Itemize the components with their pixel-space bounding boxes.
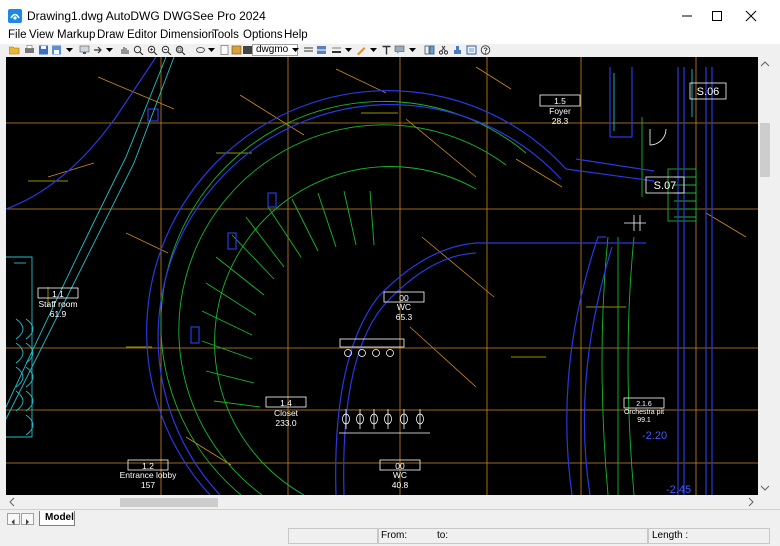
dropdown-arrow-icon[interactable]: [368, 45, 379, 55]
zoom-realtime-icon[interactable]: [133, 45, 144, 55]
orbit-icon[interactable]: [195, 45, 206, 55]
page-icon[interactable]: [219, 45, 230, 55]
horizontal-scrollbar[interactable]: [6, 495, 758, 509]
room-area: 28.3: [552, 116, 569, 126]
scroll-right-icon[interactable]: [746, 495, 756, 509]
tab-prev-button[interactable]: [7, 513, 20, 525]
scroll-left-icon[interactable]: [7, 495, 17, 509]
vertical-scroll-thumb[interactable]: [760, 123, 770, 177]
menu-tools[interactable]: Tools: [212, 28, 239, 42]
room-area: 40.8: [392, 480, 409, 490]
room-name: Staff room: [38, 299, 77, 309]
layers-icon[interactable]: [231, 45, 242, 55]
dropdown-arrow-icon[interactable]: [407, 45, 418, 55]
pen-markup-icon[interactable]: [356, 45, 367, 55]
zoom-out-icon[interactable]: [161, 45, 172, 55]
tab-next-button[interactable]: [21, 513, 34, 525]
room-area: 157: [141, 480, 155, 490]
frame-icon[interactable]: [466, 45, 477, 55]
menu-draw[interactable]: Draw: [97, 28, 124, 42]
layer-combo-value: dwgmo: [256, 44, 289, 55]
status-bar: From: to: Length :: [0, 526, 780, 546]
layout-tab-bar: Model: [0, 509, 780, 527]
close-button[interactable]: [728, 0, 774, 32]
room-number: 2.1.6: [636, 401, 652, 408]
status-pane-blank: [288, 528, 378, 544]
open-folder-icon[interactable]: [9, 45, 20, 55]
menu-bar: File View Markup Draw Editor Dimension T…: [0, 29, 780, 44]
linetype-icon[interactable]: [303, 45, 314, 55]
toolbar: dwgmo: [0, 44, 780, 57]
room-number: 1.1: [52, 289, 64, 299]
room-number: 1.4: [280, 398, 292, 408]
app-window: Drawing1.dwg AutoDWG DWGSee Pro 2024 Fil…: [0, 0, 780, 546]
status-to-label: to:: [437, 530, 449, 541]
room-number: 1.5: [554, 96, 566, 106]
pan-hand-icon[interactable]: [119, 45, 130, 55]
help-icon[interactable]: [480, 45, 491, 55]
maximize-icon: [712, 11, 722, 21]
dwgsee-app-icon: [8, 9, 22, 23]
stamp-icon[interactable]: [452, 45, 463, 55]
dropdown-arrow-icon[interactable]: [104, 45, 115, 55]
room-name: Orchestra pit: [624, 409, 664, 416]
vertical-scrollbar[interactable]: [758, 57, 772, 495]
room-name: WC: [393, 470, 407, 480]
close-icon: [745, 10, 757, 22]
menu-view[interactable]: View: [29, 28, 54, 42]
room-name: Entrance lobby: [120, 470, 177, 480]
dropdown-arrow-icon[interactable]: [206, 45, 217, 55]
save-icon[interactable]: [38, 45, 49, 55]
menu-file[interactable]: File: [8, 28, 27, 42]
section-tag: S.06: [697, 86, 720, 98]
dropdown-arrow-icon[interactable]: [290, 45, 301, 55]
section-tag: S.07: [654, 180, 677, 192]
print-icon[interactable]: [24, 45, 35, 55]
scroll-down-icon[interactable]: [758, 483, 772, 493]
save-as-icon[interactable]: [51, 45, 62, 55]
layout-icon[interactable]: [316, 45, 327, 55]
room-area: 233.0: [275, 418, 297, 428]
menu-options[interactable]: Options: [243, 28, 283, 42]
room-area: 61.9: [50, 309, 67, 319]
scroll-up-icon[interactable]: [758, 59, 772, 69]
compare-icon[interactable]: [424, 45, 435, 55]
text-tool-icon[interactable]: [381, 45, 392, 55]
window-title: Drawing1.dwg AutoDWG DWGSee Pro 2024: [27, 9, 266, 23]
level-mark: -2.45: [666, 484, 691, 495]
menu-help[interactable]: Help: [284, 28, 308, 42]
room-name: Closet: [274, 408, 299, 418]
room-area: 65.3: [396, 312, 413, 322]
lineweight-icon[interactable]: [331, 45, 342, 55]
tab-model[interactable]: Model: [39, 511, 75, 526]
level-mark: -2.20: [642, 430, 667, 442]
menu-editor[interactable]: Editor: [127, 28, 157, 42]
horizontal-scroll-thumb[interactable]: [120, 498, 218, 507]
scissors-icon[interactable]: [438, 45, 449, 55]
minimize-icon: [682, 15, 692, 17]
menu-dimension[interactable]: Dimension: [160, 28, 214, 42]
room-name: WC: [397, 302, 411, 312]
room-name: Foyer: [549, 106, 571, 116]
status-pane-measure: [378, 528, 648, 544]
monitor-icon[interactable]: [79, 45, 90, 55]
status-from-label: From:: [381, 530, 408, 541]
menu-markup[interactable]: Markup: [57, 28, 95, 42]
room-area: 99.1: [637, 417, 651, 424]
drawing-canvas[interactable]: 1.5 Foyer 28.3 1.1 Staff room 61.9 00 WC…: [6, 57, 758, 495]
room-labels: 1.5 Foyer 28.3 1.1 Staff room 61.9 00 WC…: [38, 86, 720, 495]
zoom-window-icon[interactable]: [175, 45, 186, 55]
tab-model-label: Model: [45, 512, 74, 523]
callout-icon[interactable]: [394, 45, 405, 55]
arrow-right-icon[interactable]: [93, 45, 104, 55]
zoom-in-icon[interactable]: [147, 45, 158, 55]
dropdown-arrow-icon[interactable]: [343, 45, 354, 55]
status-length-label: Length :: [652, 530, 689, 541]
dropdown-arrow-icon[interactable]: [64, 45, 75, 55]
